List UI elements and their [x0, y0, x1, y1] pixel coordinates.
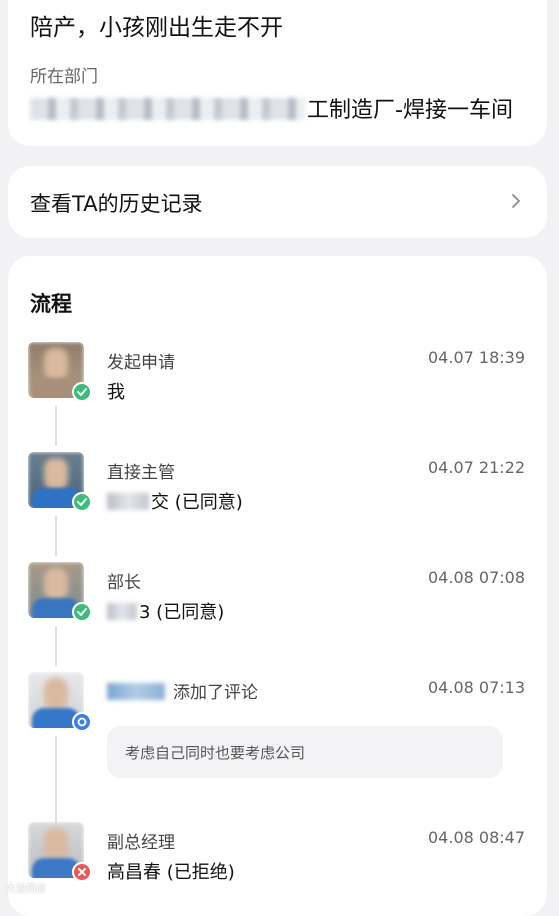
- step-time: 04.07 21:22: [428, 458, 525, 477]
- approved-status-icon: [72, 382, 92, 402]
- comment-text: 考虑自己同时也要考虑公司: [125, 744, 306, 762]
- step-role: 部长: [107, 573, 141, 593]
- leave-reason: 陪产，小孩刚出生走不开: [30, 15, 283, 41]
- flow-connector: [55, 406, 57, 446]
- flow-title: 流程: [30, 292, 72, 316]
- step-person: 我: [107, 382, 125, 403]
- commenter-redacted: [107, 683, 165, 700]
- rejected-status-icon: [72, 862, 92, 882]
- step-person: 交 (已同意): [151, 492, 243, 513]
- step-role: 发起申请: [107, 353, 175, 373]
- history-link[interactable]: 查看TA的历史记录: [8, 166, 547, 238]
- commented-status-icon: [72, 712, 92, 732]
- approved-status-icon: [72, 602, 92, 622]
- department-value: 工制造厂-焊接一车间: [307, 98, 513, 123]
- history-link-label: 查看TA的历史记录: [30, 192, 203, 216]
- step-role: 直接主管: [107, 463, 175, 483]
- approval-flow-card: 流程 发起申请 我 04.07 18:39 直接主管 交 (已同意) 04.07…: [8, 256, 547, 916]
- department-redacted: [30, 98, 305, 120]
- step-action-row: 添加了评论: [107, 678, 258, 703]
- approved-status-icon: [72, 492, 92, 512]
- step-time: 04.08 07:08: [428, 568, 525, 587]
- flow-connector: [55, 736, 57, 824]
- step-action: 添加了评论: [173, 683, 258, 703]
- step-person-row: 3 (已同意): [107, 598, 224, 624]
- request-card: 陪产，小孩刚出生走不开 所在部门 工制造厂-焊接一车间: [8, 0, 547, 146]
- comment-bubble: 考虑自己同时也要考虑公司: [107, 726, 503, 778]
- step-person: 3 (已同意): [139, 602, 225, 623]
- step-time: 04.08 08:47: [428, 828, 525, 847]
- step-time: 04.07 18:39: [428, 348, 525, 367]
- department-label: 所在部门: [30, 67, 98, 87]
- flow-connector: [55, 516, 57, 556]
- step-person-row: 交 (已同意): [107, 488, 243, 514]
- flow-connector: [55, 626, 57, 666]
- step-role: 副总经理: [107, 833, 175, 853]
- step-person: 高昌春 (已拒绝): [107, 862, 235, 883]
- department-row: 工制造厂-焊接一车间: [30, 92, 513, 124]
- name-redacted: [107, 603, 137, 620]
- chevron-right-icon: [512, 194, 520, 208]
- step-time: 04.08 07:13: [428, 678, 525, 697]
- name-redacted: [107, 493, 149, 510]
- watermark: 大型药店: [6, 884, 46, 895]
